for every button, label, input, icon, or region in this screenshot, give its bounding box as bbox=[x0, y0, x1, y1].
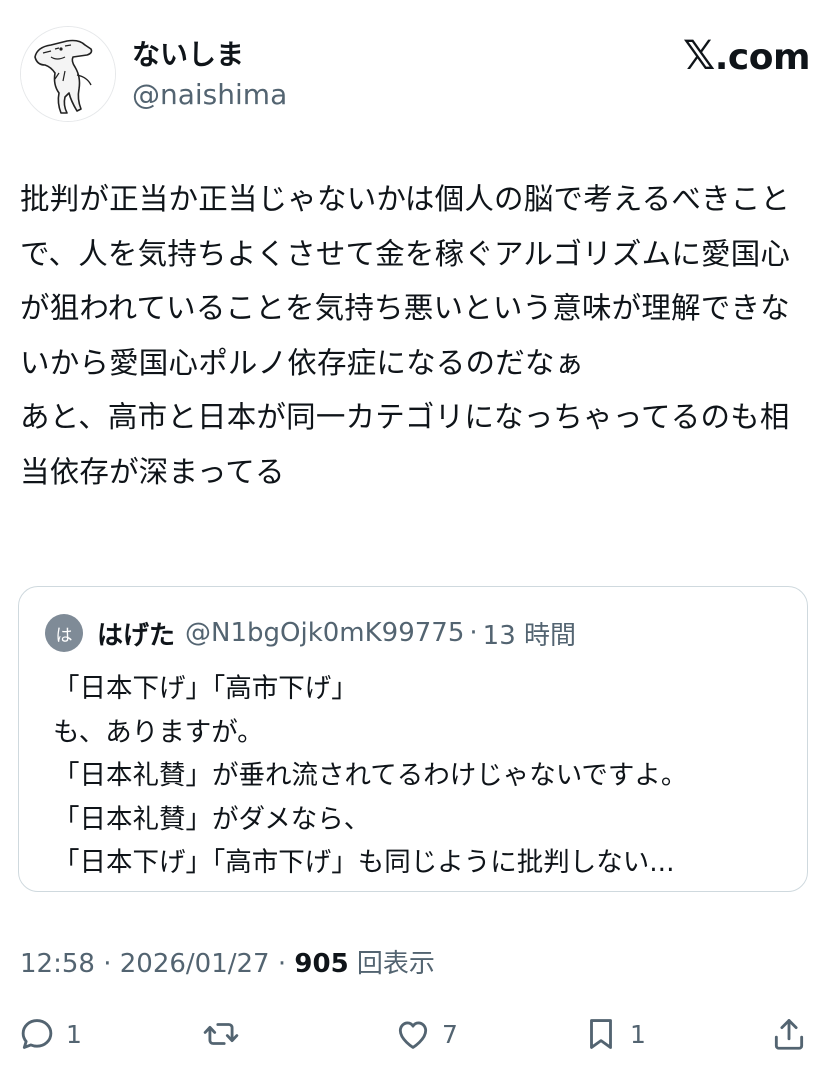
tweet-actions: 1 7 1 bbox=[18, 1012, 808, 1056]
reply-button[interactable]: 1 bbox=[18, 1012, 82, 1056]
tweet-header: ないしま @naishima 𝕏.com bbox=[20, 26, 811, 122]
tweet-date[interactable]: 2026/01/27 bbox=[120, 949, 270, 979]
x-logo-icon: 𝕏 bbox=[683, 33, 715, 79]
like-button[interactable]: 7 bbox=[394, 1012, 458, 1056]
retweet-button[interactable] bbox=[202, 1012, 250, 1056]
author-display-name[interactable]: ないしま bbox=[132, 38, 244, 72]
quoted-separator: · bbox=[469, 618, 478, 648]
tweet-time[interactable]: 12:58 bbox=[20, 949, 95, 979]
bookmark-icon bbox=[590, 1019, 612, 1049]
meta-separator: · bbox=[269, 949, 295, 979]
author-handle[interactable]: @naishima bbox=[132, 78, 287, 112]
like-count: 7 bbox=[442, 1019, 458, 1049]
heart-icon bbox=[398, 1021, 428, 1049]
x-com-brand: 𝕏.com bbox=[683, 33, 811, 79]
bookmark-count: 1 bbox=[630, 1019, 646, 1049]
view-count-label: 回表示 bbox=[348, 949, 435, 979]
meta-separator: · bbox=[94, 949, 120, 979]
quoted-author-avatar[interactable]: は bbox=[45, 614, 83, 652]
author-avatar[interactable] bbox=[20, 26, 116, 122]
share-icon bbox=[774, 1019, 804, 1050]
quoted-tweet-header: は はげた @N1bgOjk0mK99775 · 13 時間 bbox=[45, 614, 576, 652]
share-button[interactable] bbox=[770, 1012, 808, 1056]
reply-icon bbox=[21, 1019, 53, 1049]
tweet-text: 批判が正当か正当じゃないかは個人の脳で考えるべきことで、人を気持ちよくさせて金を… bbox=[20, 182, 791, 489]
bookmark-button[interactable]: 1 bbox=[582, 1012, 646, 1056]
tweet-metadata: 12:58 · 2026/01/27 · 905 回表示 bbox=[20, 944, 435, 984]
quoted-tweet-text: 「日本下げ」「高市下げ」 も、ありますが。 「日本礼賛」が垂れ流されてるわけじゃ… bbox=[53, 673, 688, 878]
quoted-author-handle[interactable]: @N1bgOjk0mK99775 bbox=[185, 618, 464, 648]
view-count: 905 bbox=[294, 949, 349, 979]
brand-suffix: .com bbox=[714, 37, 811, 78]
quoted-tweet[interactable]: は はげた @N1bgOjk0mK99775 · 13 時間 「日本下げ」「高市… bbox=[18, 586, 808, 892]
avatar-illustration-icon bbox=[21, 27, 115, 121]
quoted-author-name[interactable]: はげた bbox=[97, 615, 175, 652]
reply-count: 1 bbox=[66, 1019, 82, 1049]
retweet-icon bbox=[203, 1023, 239, 1045]
quoted-timestamp[interactable]: 13 時間 bbox=[483, 615, 576, 652]
